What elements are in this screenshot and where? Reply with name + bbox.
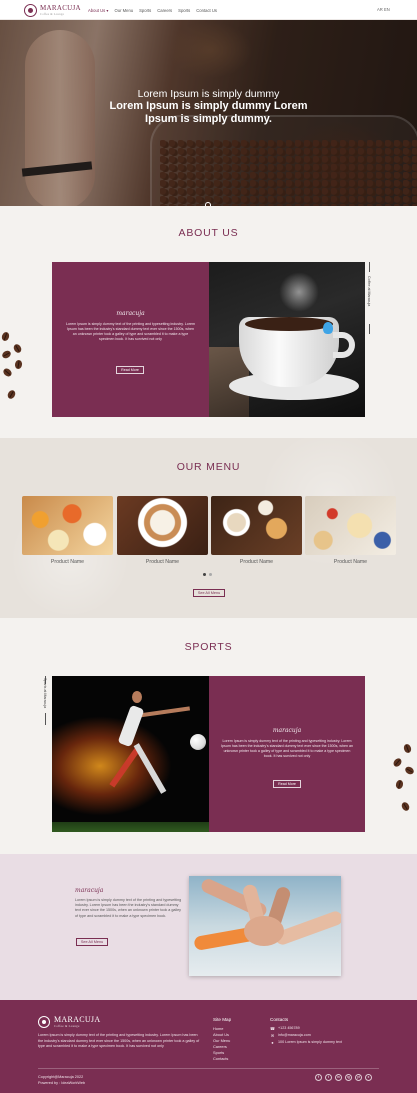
footer-phone[interactable]: +123 456789 bbox=[278, 1025, 300, 1032]
footer-copyright: Copyright@Maracuja 2022 Powered by : Ide… bbox=[38, 1075, 85, 1086]
chevron-down-icon: ▾ bbox=[106, 7, 109, 13]
product-card[interactable]: Product Name bbox=[117, 496, 208, 565]
hero-heading: Lorem Ipsum is simply dummy Lorem Ipsum … bbox=[0, 88, 417, 126]
sports-read-more-button[interactable]: Read More bbox=[273, 780, 301, 788]
product-name: Product Name bbox=[145, 559, 180, 565]
product-card[interactable]: Product Name bbox=[211, 496, 302, 565]
about-title: ABOUT US bbox=[178, 227, 239, 239]
footer-brand-tagline: Coffee & Lounge bbox=[54, 1024, 80, 1028]
logo-emblem-icon bbox=[38, 1016, 50, 1028]
team-script-logo: maracuja bbox=[75, 887, 104, 894]
logo-emblem-icon bbox=[24, 4, 37, 17]
nav-item-careers[interactable]: Careers bbox=[157, 8, 172, 13]
team-hands-image bbox=[189, 876, 341, 976]
nav-item-contact[interactable]: Contact Us bbox=[196, 8, 217, 13]
hero-line-3: Ipsum is simply dummy. bbox=[145, 113, 272, 125]
about-side-label: Coffee at Maracuja bbox=[367, 276, 371, 307]
footer-address: 100 Lorem Ipsum is simply dummy text bbox=[278, 1040, 342, 1044]
sports-script-logo: maracuja bbox=[272, 727, 302, 734]
footer-email[interactable]: info@maracuja.com bbox=[278, 1032, 311, 1039]
sports-side-label: Sports at Maracuja bbox=[43, 678, 47, 709]
footer-sitemap: Home About Us Our Menu Careers Sports Co… bbox=[213, 1026, 230, 1062]
nav-item-sports[interactable]: Sports bbox=[139, 8, 151, 13]
soccer-ball-icon bbox=[190, 734, 206, 750]
product-image-cappuccino bbox=[117, 496, 208, 555]
sports-text: Lorem Ipsum is simply dummy text of the … bbox=[221, 739, 353, 758]
product-name: Product Name bbox=[333, 559, 368, 565]
nav-item-sports-2[interactable]: Sports bbox=[178, 8, 190, 13]
product-name: Product Name bbox=[50, 559, 85, 565]
footer-description: Lorem Ipsum is simply dummy text of the … bbox=[38, 1033, 200, 1049]
footer-logo[interactable]: MARACUJA Coffee & Lounge bbox=[38, 1016, 100, 1028]
sports-player-image bbox=[52, 676, 209, 832]
footer-link-contacts[interactable]: Contacts bbox=[213, 1056, 230, 1062]
linkedin-icon[interactable]: in bbox=[335, 1074, 342, 1081]
brand-logo[interactable]: MARACUJA Coffee & Lounge bbox=[24, 3, 81, 18]
youtube-icon[interactable]: yt bbox=[355, 1074, 362, 1081]
language-switch[interactable]: AR EN bbox=[377, 7, 390, 12]
brand-tagline: Coffee & Lounge bbox=[40, 12, 65, 16]
powered-by-text[interactable]: Powered by : IdeaWorkWeb bbox=[38, 1081, 85, 1087]
butterfly-icon bbox=[323, 322, 333, 334]
carousel-dots bbox=[203, 573, 212, 576]
product-card[interactable]: Product Name bbox=[305, 496, 396, 565]
social-links: f t in ig yt x bbox=[315, 1074, 372, 1081]
sports-title: SPORTS bbox=[184, 641, 233, 653]
about-script-logo: maracuja bbox=[116, 310, 145, 317]
about-text: Lorem Ipsum is simply dummy text of the … bbox=[66, 322, 195, 341]
hero-line-2: Lorem Ipsum is simply dummy Lorem bbox=[109, 100, 308, 112]
site-footer: MARACUJA Coffee & Lounge Lorem Ipsum is … bbox=[0, 1000, 417, 1093]
team-text: Lorem Ipsum is simply dummy text of the … bbox=[75, 898, 182, 918]
footer-contacts: ☎ +123 456789 ✉ info@maracuja.com ● 100 Lor… bbox=[270, 1025, 342, 1046]
phone-icon: ☎ bbox=[270, 1026, 275, 1031]
carousel-dot-active[interactable] bbox=[203, 573, 206, 576]
footer-divider bbox=[38, 1068, 379, 1069]
nav-item-menu[interactable]: Our Menu bbox=[115, 8, 134, 13]
product-image-latte-croissant bbox=[211, 496, 302, 555]
sports-section: SPORTS Sports at Maracuja maracuja Lorem… bbox=[0, 618, 417, 854]
team-see-all-button[interactable]: See All Menu bbox=[76, 938, 108, 946]
see-all-menu-button[interactable]: See All Menu bbox=[193, 589, 225, 597]
location-icon: ● bbox=[271, 1040, 274, 1045]
menu-title: OUR MENU bbox=[176, 461, 241, 473]
email-icon: ✉ bbox=[270, 1033, 275, 1038]
top-navbar: MARACUJA Coffee & Lounge About Us ▾ Our … bbox=[0, 0, 417, 20]
instagram-icon[interactable]: ig bbox=[345, 1074, 352, 1081]
product-card[interactable]: Product Name bbox=[22, 496, 113, 565]
facebook-icon[interactable]: f bbox=[315, 1074, 322, 1081]
hero-banner: Lorem Ipsum is simply dummy Lorem Ipsum … bbox=[0, 20, 417, 206]
brand-name: MARACUJA bbox=[40, 4, 81, 12]
about-coffee-image bbox=[209, 262, 365, 417]
footer-brand-name: MARACUJA bbox=[54, 1015, 101, 1024]
carousel-dot[interactable] bbox=[209, 573, 212, 576]
twitter-icon[interactable]: t bbox=[325, 1074, 332, 1081]
product-image-breakfast bbox=[22, 496, 113, 555]
x-icon[interactable]: x bbox=[365, 1074, 372, 1081]
coffee-beans-decoration bbox=[391, 740, 417, 820]
footer-sitemap-title: Site Map bbox=[213, 1017, 232, 1022]
hero-line-1: Lorem Ipsum is simply dummy bbox=[137, 88, 280, 100]
product-name: Product Name bbox=[239, 559, 274, 565]
sports-card: maracuja Lorem Ipsum is simply dummy tex… bbox=[209, 676, 365, 832]
nav-links: About Us ▾ Our Menu Sports Careers Sport… bbox=[88, 0, 217, 20]
coffee-beans-decoration bbox=[0, 328, 26, 408]
product-image-sandwich-platter bbox=[305, 496, 396, 555]
copyright-text: Copyright@Maracuja 2022 bbox=[38, 1075, 84, 1079]
about-card: maracuja Lorem Ipsum is simply dummy tex… bbox=[52, 262, 209, 417]
team-section: maracuja Lorem Ipsum is simply dummy tex… bbox=[0, 854, 417, 1000]
menu-section: OUR MENU Product Name Product Name Produ… bbox=[0, 438, 417, 618]
nav-item-about[interactable]: About Us ▾ bbox=[88, 8, 109, 13]
footer-contacts-title: Contacts bbox=[270, 1017, 289, 1022]
about-section: ABOUT US maracuja Lorem Ipsum is simply … bbox=[0, 206, 417, 438]
about-read-more-button[interactable]: Read More bbox=[116, 366, 144, 374]
